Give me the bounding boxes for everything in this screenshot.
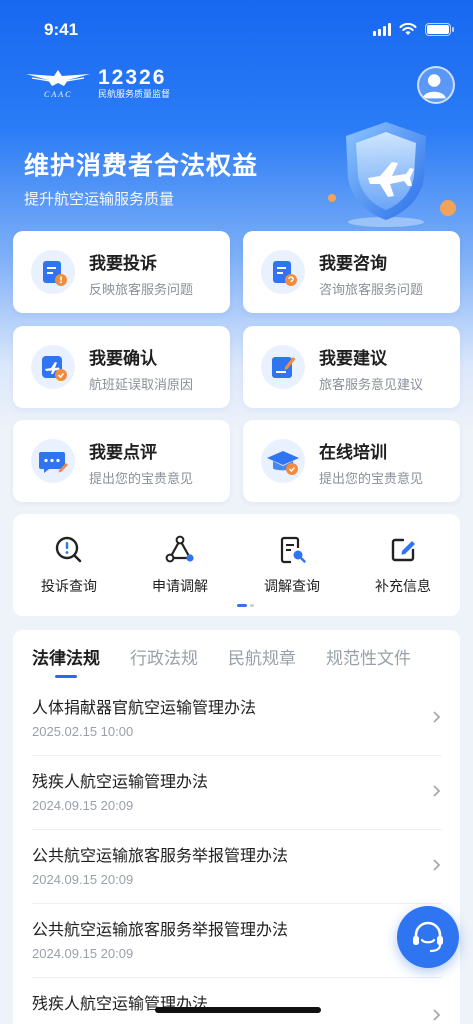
user-icon (422, 74, 446, 99)
chevron-right-icon (433, 859, 441, 871)
card-desc: 提出您的宝贵意见 (89, 472, 194, 487)
card-confirm[interactable]: 我要确认 航班延误取消原因 (13, 326, 230, 408)
hotline-number: 12326 (98, 66, 167, 89)
flight-confirm-icon (31, 345, 75, 389)
headset-icon (413, 921, 443, 953)
card-title: 我要确认 (89, 349, 157, 369)
law-date: 2024.09.15 20:09 (32, 872, 134, 887)
battery-icon (425, 22, 454, 36)
suggestion-icon (261, 345, 305, 389)
mediation-search-icon (280, 536, 306, 564)
status-time: 9:41 (44, 20, 79, 39)
law-title: 公共航空运输旅客服务举报管理办法 (32, 846, 289, 865)
card-suggestion[interactable]: 我要建议 旅客服务意见建议 (243, 326, 460, 408)
tab-admin-regulations[interactable]: 行政法规 (130, 644, 198, 678)
card-complaint[interactable]: 我要投诉 反映旅客服务问题 (13, 231, 230, 313)
home-indicator (155, 1007, 321, 1013)
card-title: 我要投诉 (89, 254, 157, 274)
card-desc: 反映旅客服务问题 (89, 283, 194, 298)
signal-icon (373, 22, 391, 36)
quick-label: 补充信息 (375, 579, 431, 595)
list-item[interactable]: 残疾人航空运输管理办法 2024.09.15 20:09 (32, 756, 442, 830)
card-desc: 旅客服务意见建议 (319, 378, 424, 393)
law-title: 人体捐献器官航空运输管理办法 (32, 698, 257, 717)
law-title: 残疾人航空运输管理办法 (32, 772, 209, 791)
list-item[interactable]: 公共航空运输旅客服务举报管理办法 2024.09.15 20:09 (32, 904, 442, 978)
shield-plane-illustration (328, 122, 456, 227)
wifi-icon (399, 22, 417, 35)
complaint-icon (31, 250, 75, 294)
training-icon (261, 439, 305, 483)
regulation-tabs: 法律法规 行政法规 民航规章 规范性文件 (32, 644, 441, 678)
quick-mediation-search[interactable]: 调解查询 (242, 534, 342, 596)
card-title: 我要咨询 (319, 254, 387, 274)
mediation-icon (165, 535, 194, 563)
consult-icon (261, 250, 305, 294)
card-title: 我要点评 (89, 443, 157, 463)
complaint-search-icon (55, 536, 82, 563)
card-desc: 咨询旅客服务问题 (319, 283, 424, 298)
list-item[interactable]: 残疾人航空运输管理办法 (32, 978, 442, 1024)
hero-title: 维护消费者合法权益 (24, 151, 259, 180)
quick-complaint-search[interactable]: 投诉查询 (19, 534, 119, 596)
logo-caption: CAAC (44, 90, 73, 99)
review-icon (31, 439, 75, 483)
card-consult[interactable]: 我要咨询 咨询旅客服务问题 (243, 231, 460, 313)
hero-subtitle: 提升航空运输服务质量 (24, 190, 175, 208)
regulations-panel: 法律法规 行政法规 民航规章 规范性文件 人体捐献器官航空运输管理办法 2025… (13, 630, 460, 1024)
customer-service-button[interactable] (397, 906, 459, 968)
card-desc: 航班延误取消原因 (89, 378, 194, 393)
card-title: 我要建议 (319, 349, 387, 369)
card-title: 在线培训 (319, 443, 387, 463)
status-icons (373, 22, 454, 36)
quick-label: 申请调解 (152, 579, 208, 595)
chevron-right-icon (433, 711, 441, 723)
law-date: 2024.09.15 20:09 (32, 798, 134, 813)
tab-civil-aviation-rules[interactable]: 民航规章 (228, 644, 296, 678)
card-desc: 提出您的宝贵意见 (319, 472, 424, 487)
quick-label: 调解查询 (264, 579, 320, 595)
edit-icon (391, 538, 415, 562)
quick-actions-panel: 投诉查询 申请调解 调解查询 补充信息 (13, 514, 460, 616)
app-logo: CAAC 12326 民航服务质量监督 (24, 66, 170, 102)
quick-mediation[interactable]: 申请调解 (130, 534, 230, 596)
quick-supplement[interactable]: 补充信息 (353, 534, 453, 596)
card-review[interactable]: 我要点评 提出您的宝贵意见 (13, 420, 230, 502)
card-training[interactable]: 在线培训 提出您的宝贵意见 (243, 420, 460, 502)
list-item[interactable]: 人体捐献器官航空运输管理办法 2025.02.15 10:00 (32, 682, 442, 756)
law-date: 2024.09.15 20:09 (32, 946, 134, 961)
hotline-subtitle: 民航服务质量监督 (98, 90, 171, 100)
tab-laws[interactable]: 法律法规 (32, 644, 100, 678)
list-item[interactable]: 公共航空运输旅客服务举报管理办法 2024.09.15 20:09 (32, 830, 442, 904)
quick-label: 投诉查询 (41, 579, 97, 595)
avatar[interactable] (417, 66, 455, 104)
status-bar: 9:41 (0, 0, 473, 56)
chevron-right-icon (433, 1009, 441, 1021)
law-title: 公共航空运输旅客服务举报管理办法 (32, 920, 289, 939)
law-date: 2025.02.15 10:00 (32, 724, 134, 739)
chevron-right-icon (433, 785, 441, 797)
page-indicator (237, 604, 254, 607)
tab-normative-documents[interactable]: 规范性文件 (326, 644, 411, 678)
